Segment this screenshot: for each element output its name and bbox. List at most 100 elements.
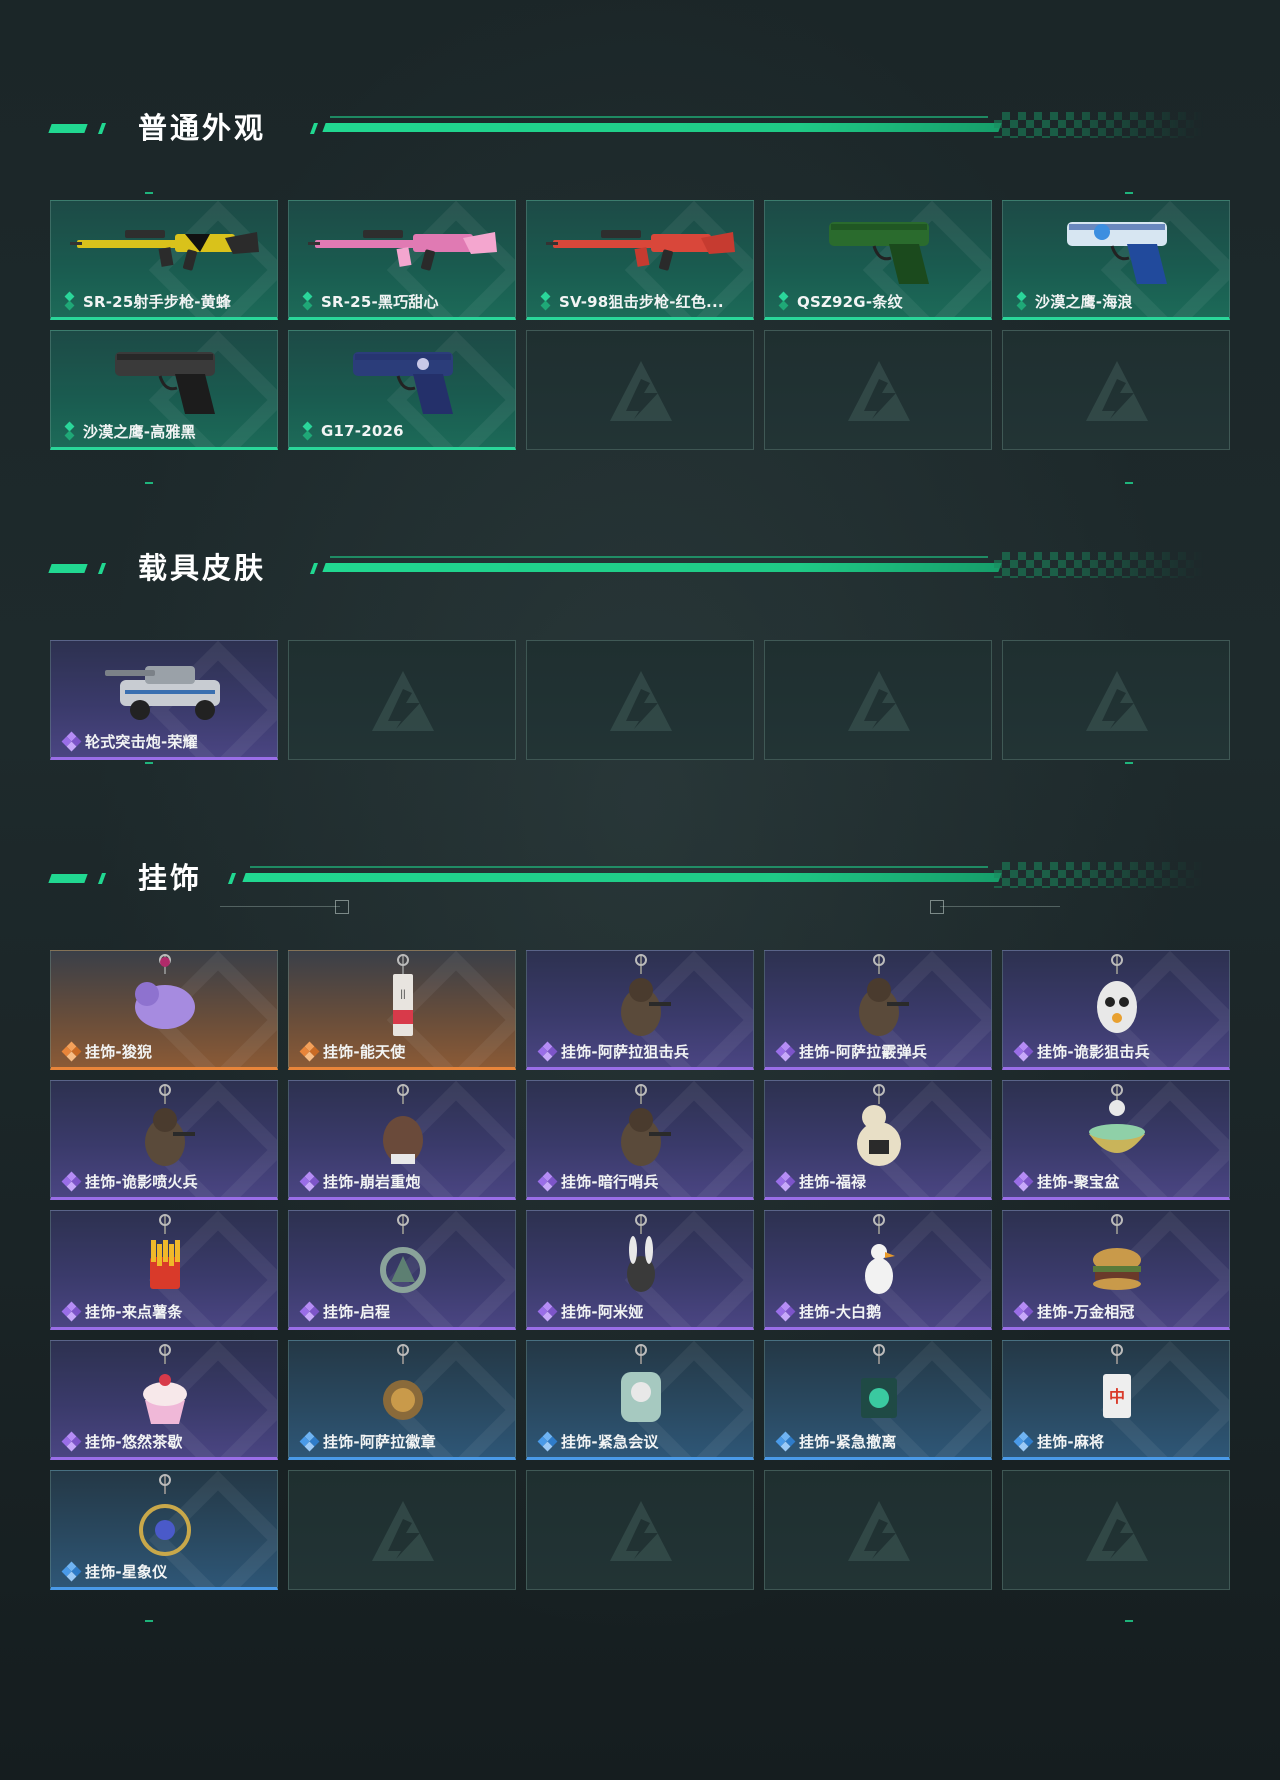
item-name: 挂饰-万金相冠 bbox=[1037, 1302, 1135, 1321]
item-card[interactable]: 挂饰-启程 bbox=[288, 1210, 516, 1330]
item-card[interactable]: 挂饰-聚宝盆 bbox=[1002, 1080, 1230, 1200]
rarity-purple-icon bbox=[775, 1301, 796, 1322]
item-name: 挂饰-狻猊 bbox=[85, 1042, 153, 1061]
placeholder-logo-icon bbox=[606, 667, 676, 737]
item-card[interactable]: 挂饰-紧急会议 bbox=[526, 1340, 754, 1460]
header-checker-pattern bbox=[994, 112, 1204, 138]
charm-icon: 中 bbox=[1003, 1341, 1229, 1433]
item-name: 挂饰-暗行哨兵 bbox=[561, 1172, 659, 1191]
svg-text:||: || bbox=[400, 989, 405, 1000]
charm-icon bbox=[527, 951, 753, 1043]
rarity-blue-icon bbox=[1013, 1431, 1034, 1452]
item-card[interactable]: G17-2026 bbox=[288, 330, 516, 450]
rarity-purple-icon bbox=[61, 731, 82, 752]
rarity-blue-icon bbox=[61, 1561, 82, 1582]
item-name: SR-25射手步枪-黄蜂 bbox=[83, 292, 232, 311]
item-card[interactable]: 挂饰-阿萨拉徽章 bbox=[288, 1340, 516, 1460]
placeholder-logo-icon bbox=[1082, 1497, 1152, 1567]
header-thin-line bbox=[330, 556, 988, 558]
item-card[interactable]: 挂饰-福禄 bbox=[764, 1080, 992, 1200]
item-label: 挂饰-星象仪 bbox=[61, 1561, 167, 1582]
item-card[interactable]: 沙漠之鹰-海浪 bbox=[1002, 200, 1230, 320]
rifle-icon bbox=[289, 201, 515, 293]
item-card[interactable]: 挂饰-暗行哨兵 bbox=[526, 1080, 754, 1200]
item-card[interactable]: 挂饰-紧急撤离 bbox=[764, 1340, 992, 1460]
header-line bbox=[322, 123, 1002, 132]
charm-icon bbox=[527, 1211, 753, 1303]
rifle-icon bbox=[51, 201, 277, 293]
item-name: G17-2026 bbox=[321, 422, 404, 440]
section-header: 普通外观 bbox=[0, 110, 1280, 150]
item-label: 挂饰-万金相冠 bbox=[1013, 1301, 1135, 1322]
item-name: 挂饰-崩岩重炮 bbox=[323, 1172, 421, 1191]
item-card[interactable]: || 挂饰-能天使 bbox=[288, 950, 516, 1070]
item-name: 挂饰-麻将 bbox=[1037, 1432, 1105, 1451]
item-label: 挂饰-能天使 bbox=[299, 1041, 405, 1062]
item-card[interactable]: 挂饰-星象仪 bbox=[50, 1470, 278, 1590]
empty-slot bbox=[764, 640, 992, 760]
item-card[interactable]: SR-25射手步枪-黄蜂 bbox=[50, 200, 278, 320]
section-title: 挂饰 bbox=[138, 861, 203, 895]
item-name: 沙漠之鹰-海浪 bbox=[1035, 292, 1133, 311]
item-card[interactable]: 挂饰-阿萨拉霰弹兵 bbox=[764, 950, 992, 1070]
item-card[interactable]: 挂饰-万金相冠 bbox=[1002, 1210, 1230, 1330]
rarity-purple-icon bbox=[775, 1041, 796, 1062]
item-card[interactable]: SR-25-黑巧甜心 bbox=[288, 200, 516, 320]
item-label: 挂饰-崩岩重炮 bbox=[299, 1171, 421, 1192]
empty-slot bbox=[288, 640, 516, 760]
charm-icon bbox=[765, 1341, 991, 1433]
rarity-purple-icon bbox=[1013, 1301, 1034, 1322]
item-label: 挂饰-阿米娅 bbox=[537, 1301, 644, 1322]
charm-icon bbox=[765, 951, 991, 1043]
item-card[interactable]: SV-98狙击步枪-红色... bbox=[526, 200, 754, 320]
corner-mark bbox=[1125, 1620, 1133, 1622]
ruler-line-right bbox=[940, 906, 1060, 907]
header-lead-tick bbox=[97, 123, 107, 134]
item-card[interactable]: 挂饰-来点薯条 bbox=[50, 1210, 278, 1330]
corner-mark bbox=[1125, 482, 1133, 484]
corner-mark bbox=[1125, 192, 1133, 194]
item-card[interactable]: 轮式突击炮-荣耀 bbox=[50, 640, 278, 760]
item-label: 沙漠之鹰-海浪 bbox=[1015, 291, 1133, 311]
item-card[interactable]: 挂饰-阿米娅 bbox=[526, 1210, 754, 1330]
corner-mark bbox=[1125, 762, 1133, 764]
item-name: 挂饰-紧急会议 bbox=[561, 1432, 659, 1451]
item-name: 挂饰-聚宝盆 bbox=[1037, 1172, 1120, 1191]
item-name: 挂饰-悠然茶歇 bbox=[85, 1432, 183, 1451]
item-name: 挂饰-紧急撤离 bbox=[799, 1432, 897, 1451]
section-title: 普通外观 bbox=[138, 111, 267, 145]
charm-icon bbox=[527, 1081, 753, 1173]
item-card[interactable]: 挂饰-狻猊 bbox=[50, 950, 278, 1070]
header-checker-pattern bbox=[994, 862, 1204, 888]
header-lead-tick bbox=[97, 563, 107, 574]
item-label: 挂饰-紧急会议 bbox=[537, 1431, 659, 1452]
empty-slot bbox=[526, 330, 754, 450]
item-card[interactable]: 中挂饰-麻将 bbox=[1002, 1340, 1230, 1460]
rarity-purple-icon bbox=[299, 1301, 320, 1322]
item-card[interactable]: 挂饰-阿萨拉狙击兵 bbox=[526, 950, 754, 1070]
item-card[interactable]: 沙漠之鹰-高雅黑 bbox=[50, 330, 278, 450]
item-name: 挂饰-阿米娅 bbox=[561, 1302, 644, 1321]
rarity-purple-icon bbox=[1013, 1171, 1034, 1192]
charm-icon bbox=[51, 1211, 277, 1303]
rarity-purple-icon bbox=[537, 1041, 558, 1062]
item-label: 挂饰-麻将 bbox=[1013, 1431, 1105, 1452]
item-card[interactable]: QSZ92G-条纹 bbox=[764, 200, 992, 320]
placeholder-logo-icon bbox=[844, 667, 914, 737]
item-label: 挂饰-诡影喷火兵 bbox=[61, 1171, 198, 1192]
item-card[interactable]: 挂饰-诡影狙击兵 bbox=[1002, 950, 1230, 1070]
item-card[interactable]: 挂饰-大白鹅 bbox=[764, 1210, 992, 1330]
header-lead-bar bbox=[48, 564, 88, 573]
item-label: 挂饰-启程 bbox=[299, 1301, 390, 1322]
item-name: SV-98狙击步枪-红色... bbox=[559, 292, 724, 311]
charm-grid: 挂饰-狻猊 || 挂饰-能天使 挂饰-阿萨拉狙击兵 挂饰-阿萨拉霰弹兵 挂饰-诡影狙击兵挂… bbox=[50, 950, 1230, 1590]
rarity-purple-icon bbox=[61, 1171, 82, 1192]
rarity-green-icon bbox=[777, 292, 791, 310]
item-card[interactable]: 挂饰-崩岩重炮 bbox=[288, 1080, 516, 1200]
rarity-purple-icon bbox=[775, 1171, 796, 1192]
item-label: 挂饰-狻猊 bbox=[61, 1041, 153, 1062]
item-card[interactable]: 挂饰-悠然茶歇 bbox=[50, 1340, 278, 1460]
item-card[interactable]: 挂饰-诡影喷火兵 bbox=[50, 1080, 278, 1200]
rarity-purple-icon bbox=[537, 1171, 558, 1192]
item-label: 挂饰-聚宝盆 bbox=[1013, 1171, 1120, 1192]
